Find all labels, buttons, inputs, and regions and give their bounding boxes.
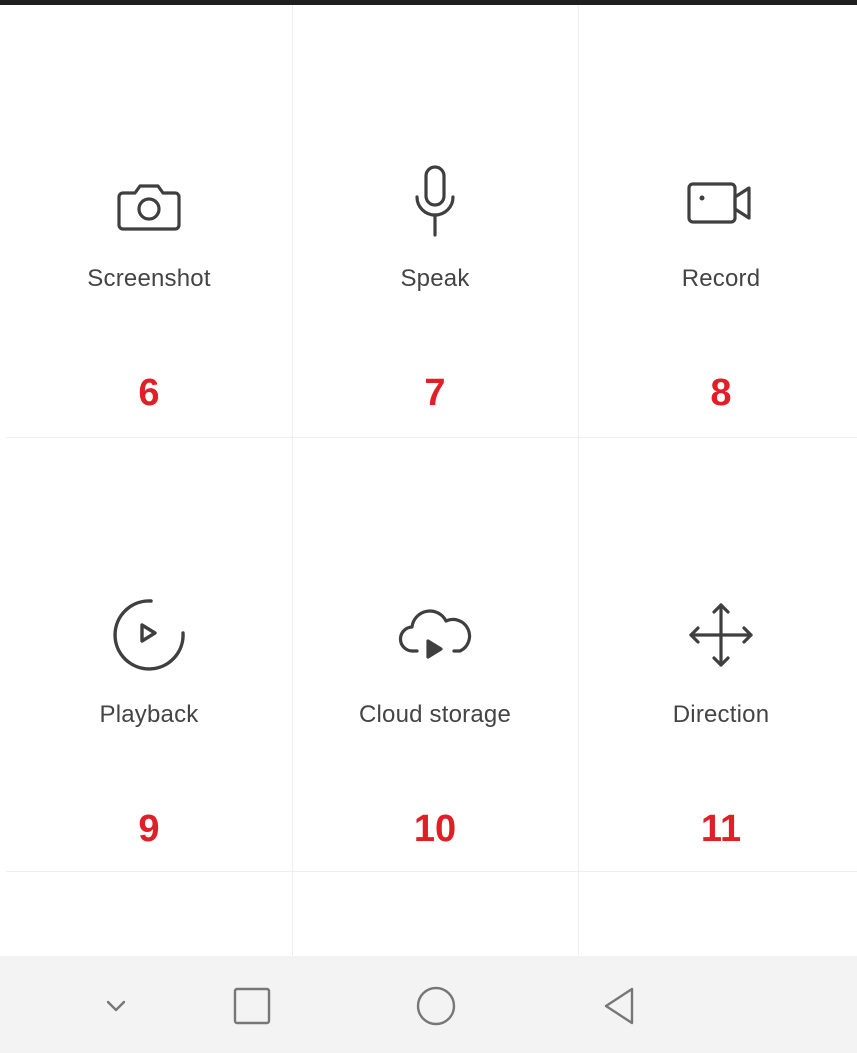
system-navigation-bar xyxy=(0,956,857,1053)
tile-speak[interactable]: Speak 7 xyxy=(292,5,578,439)
tile-label: Direction xyxy=(672,701,770,728)
tile-direction[interactable]: Direction 11 xyxy=(578,439,857,873)
tile-label: Screenshot xyxy=(87,265,211,292)
video-camera-icon xyxy=(681,163,761,243)
tile-record[interactable]: Record 8 xyxy=(578,5,857,439)
camera-icon xyxy=(109,165,189,245)
tile-cloud-storage[interactable]: Cloud storage 10 xyxy=(292,439,578,873)
tile-label: Playback xyxy=(99,701,199,728)
tile-label: Record xyxy=(681,265,761,292)
tile-screenshot[interactable]: Screenshot 6 xyxy=(6,5,292,439)
tile-number: 10 xyxy=(413,808,457,850)
circle-icon[interactable] xyxy=(414,984,458,1028)
tile-number: 6 xyxy=(138,372,160,414)
tile-playback[interactable]: Playback 9 xyxy=(6,439,292,873)
tile-label: Speak xyxy=(400,265,470,292)
microphone-icon xyxy=(395,161,475,241)
tile-number: 9 xyxy=(138,808,160,850)
tile-number: 11 xyxy=(700,808,742,850)
move-arrows-icon xyxy=(681,595,761,675)
square-icon[interactable] xyxy=(230,984,274,1028)
playback-icon xyxy=(109,595,189,675)
chevron-down-icon[interactable] xyxy=(94,984,138,1028)
control-grid: Screenshot 6 Speak 7 Record 8 Playback 9… xyxy=(0,5,857,956)
tile-label: Cloud storage xyxy=(358,701,512,728)
tile-number: 7 xyxy=(424,372,446,414)
cloud-play-icon xyxy=(395,595,475,675)
tile-number: 8 xyxy=(710,372,732,414)
triangle-back-icon[interactable] xyxy=(598,984,642,1028)
